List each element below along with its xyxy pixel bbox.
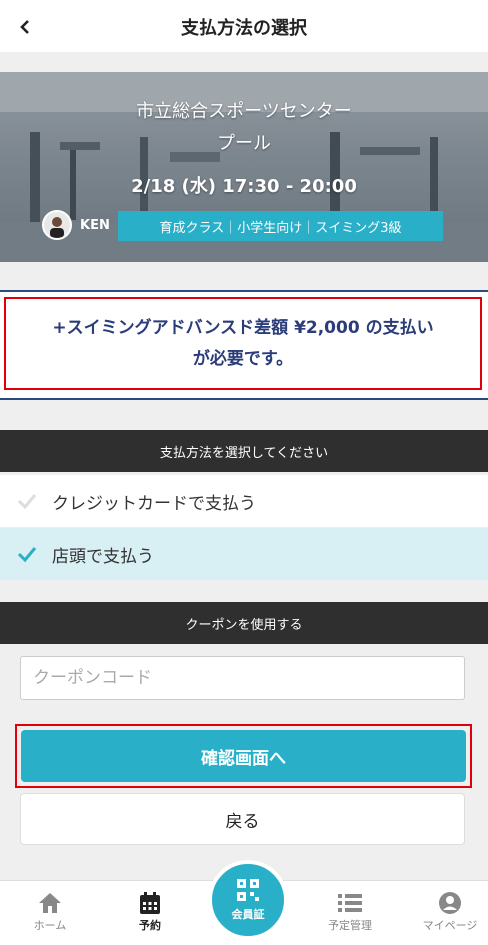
calendar-icon (110, 889, 190, 917)
nav-card-label: 会員証 (231, 908, 265, 921)
confirm-highlight-box: 確認画面へ (15, 724, 472, 788)
instructor: KEN (42, 210, 110, 240)
room-label: プール (217, 133, 271, 154)
facility-name: 市立総合スポーツセンター プール (0, 96, 488, 160)
user-icon (410, 889, 488, 917)
payment-method-heading: 支払方法を選択してください (0, 430, 488, 472)
header: 支払方法の選択 (0, 0, 488, 52)
payment-option-in-store[interactable]: 店頭で支払う (0, 528, 488, 580)
qr-code-icon (237, 879, 259, 901)
check-icon (17, 494, 37, 510)
class-datetime: 2/18 (水) 17:30 - 20:00 (131, 176, 357, 197)
class-tags: 育成クラス｜小学生向け｜スイミング3級 (118, 211, 443, 241)
payment-option-label: 店頭で支払う (52, 546, 154, 567)
notice-text: +スイミングアドバンスド差額 ¥2,000 の支払い が必要です。 (52, 313, 433, 375)
list-icon (310, 889, 390, 917)
notice-highlight-box: +スイミングアドバンスド差額 ¥2,000 の支払い が必要です。 (4, 297, 482, 390)
nav-home[interactable]: ホーム (10, 889, 90, 933)
payment-notice: +スイミングアドバンスド差額 ¥2,000 の支払い が必要です。 (0, 290, 488, 400)
nav-home-label: ホーム (33, 919, 67, 932)
instructor-avatar (42, 210, 72, 240)
nav-schedule-label: 予定管理 (328, 919, 372, 932)
home-icon (10, 889, 90, 917)
nav-member-card[interactable]: 会員証 (208, 860, 288, 940)
nav-reserve[interactable]: 予約 (110, 889, 190, 933)
confirm-button[interactable]: 確認画面へ (21, 730, 466, 782)
page-title: 支払方法の選択 (181, 18, 307, 39)
nav-schedule[interactable]: 予定管理 (310, 889, 390, 933)
payment-option-credit-card[interactable]: クレジットカードで支払う (0, 475, 488, 527)
nav-reserve-label: 予約 (139, 919, 161, 932)
nav-mypage-label: マイページ (422, 919, 478, 932)
back-button[interactable]: 戻る (20, 793, 465, 845)
facility-label: 市立総合スポーツセンター (136, 101, 352, 122)
notice-line-1: +スイミングアドバンスド差額 ¥2,000 の支払い (52, 317, 434, 338)
instructor-name: KEN (80, 217, 110, 233)
coupon-heading: クーポンを使用する (0, 602, 488, 644)
nav-mypage[interactable]: マイページ (410, 889, 488, 933)
coupon-code-input[interactable] (20, 656, 465, 700)
notice-line-2: が必要です。 (192, 348, 294, 369)
check-icon (17, 547, 37, 563)
payment-option-label: クレジットカードで支払う (52, 493, 256, 514)
